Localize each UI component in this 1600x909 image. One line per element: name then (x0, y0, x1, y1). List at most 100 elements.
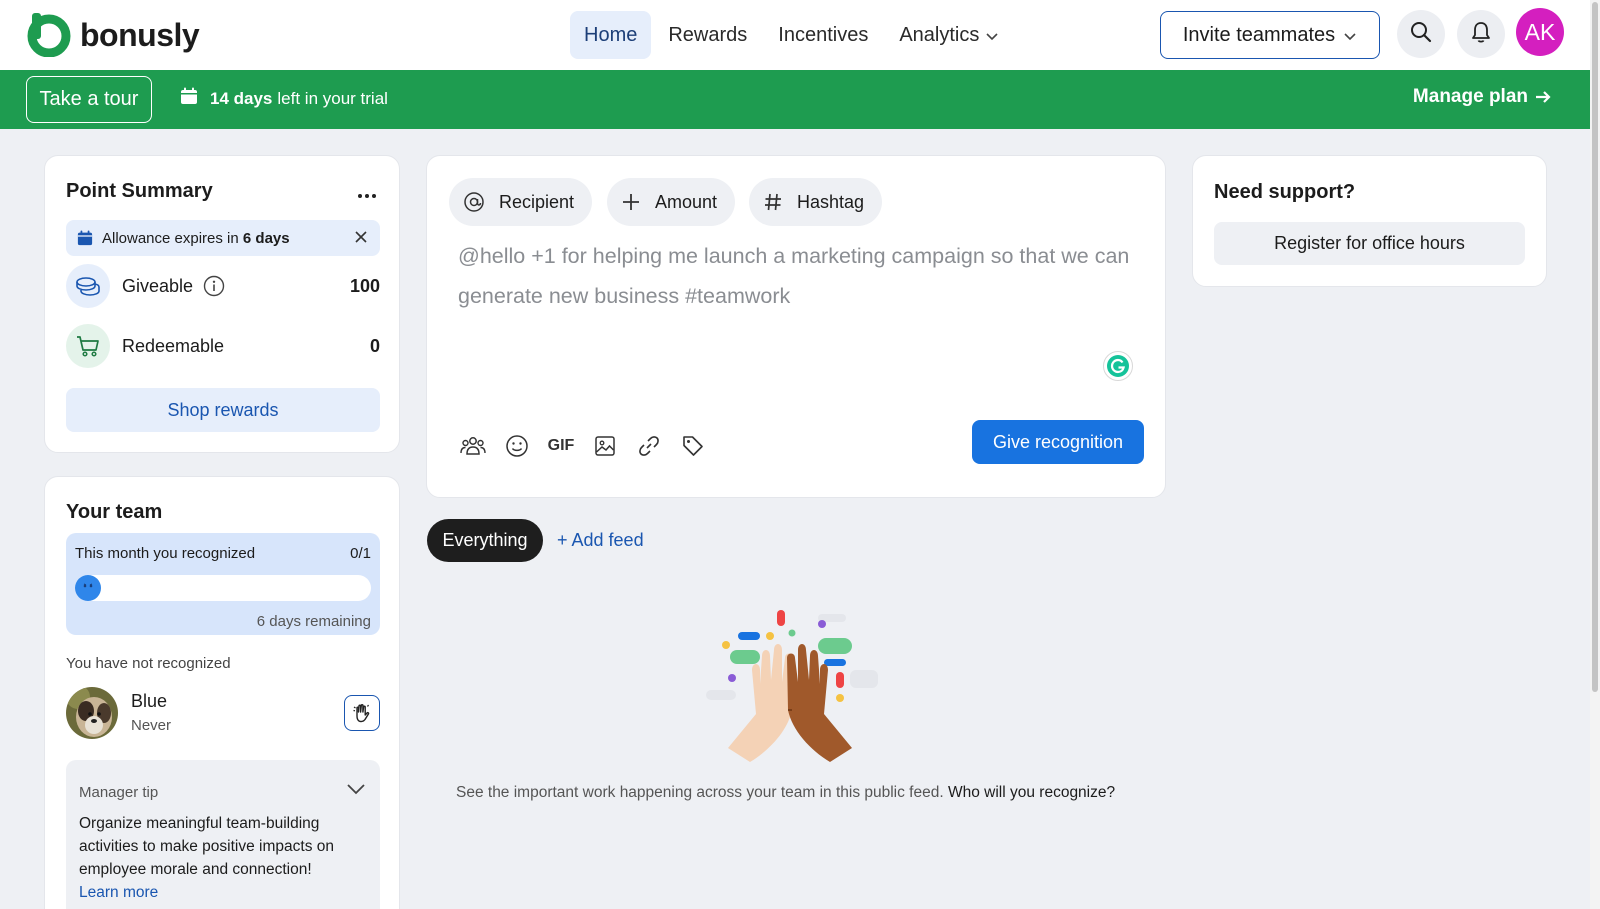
manage-plan-link[interactable]: Manage plan (1413, 86, 1552, 108)
redeemable-label: Redeemable (122, 335, 225, 356)
hash-icon (763, 192, 783, 212)
gif-icon[interactable]: GIF (547, 432, 575, 460)
nav-rewards-label: Rewards (668, 23, 748, 46)
at-icon (463, 191, 485, 213)
scrollbar-thumb[interactable] (1592, 2, 1598, 692)
giveable-row: Giveable 100 (66, 264, 380, 308)
manage-plan-label: Manage plan (1412, 86, 1528, 107)
feed-tab-everything[interactable]: Everything (427, 519, 543, 562)
progress-label: This month you recognized (75, 545, 256, 562)
top-navbar: bonusly Home Rewards Incentives Analytic… (0, 0, 1590, 70)
allowance-prefix: Allowance expires in (102, 229, 239, 247)
support-title: Need support? (1214, 181, 1356, 203)
member-name: Blue (131, 691, 168, 711)
nav-incentives[interactable]: Incentives (764, 11, 882, 59)
hashtag-chip[interactable]: Hashtag (749, 178, 883, 226)
point-summary-title: Point Summary (66, 180, 213, 202)
progress-track (75, 575, 371, 601)
image-icon[interactable] (591, 432, 619, 460)
search-icon (1410, 21, 1432, 48)
emoji-icon[interactable] (503, 432, 531, 460)
recipient-chip-label: Recipient (499, 191, 575, 212)
allowance-days: 6 days (242, 229, 290, 247)
not-recognized-label: You have not recognized (66, 655, 231, 672)
more-options-icon[interactable] (357, 186, 377, 204)
progress-indicator (75, 575, 101, 601)
search-button[interactable] (1397, 10, 1445, 58)
amount-chip-label: Amount (655, 191, 718, 212)
support-card: Need support? Register for office hours (1192, 155, 1547, 287)
nav-home[interactable]: Home (570, 11, 652, 59)
page-scrollbar[interactable] (1590, 0, 1600, 909)
nav-analytics-label: Analytics (899, 23, 980, 46)
group-icon[interactable] (459, 432, 487, 460)
close-icon[interactable] (354, 230, 368, 248)
take-tour-button[interactable]: Take a tour (26, 76, 152, 123)
learn-more-link[interactable]: Learn more (79, 884, 158, 902)
high-five-illustration (700, 610, 890, 775)
giveable-label: Giveable (122, 275, 225, 297)
redeemable-value: 0 (369, 335, 380, 356)
nav-incentives-label: Incentives (778, 23, 869, 46)
empty-feed-cta: Who will you recognize? (947, 784, 1116, 801)
main-nav: Home Rewards Incentives Analytics (570, 11, 1016, 59)
info-icon[interactable] (203, 275, 225, 297)
allowance-notice: Allowance expires in 6 days (66, 220, 380, 256)
notifications-button[interactable] (1457, 10, 1505, 58)
chevron-down-icon (985, 24, 999, 47)
manager-tip-body: Organize meaningful team-building activi… (79, 815, 334, 878)
giveable-value: 100 (349, 275, 380, 296)
tag-icon[interactable] (679, 432, 707, 460)
calendar-icon (180, 87, 198, 110)
hashtag-chip-label: Hashtag (797, 191, 865, 212)
chevron-down-icon[interactable] (346, 782, 366, 800)
bonusly-logo-icon (26, 13, 72, 58)
recognition-message-input[interactable]: @hello +1 for helping me launch a market… (458, 236, 1138, 316)
invite-teammates-button[interactable]: Invite teammates (1160, 11, 1380, 59)
composer-toolbar: GIF (459, 432, 723, 460)
allowance-text: Allowance expires in 6 days (102, 230, 290, 247)
trial-status: 14 days left in your trial (180, 87, 388, 110)
progress-count: 0/1 (350, 545, 371, 562)
arrow-right-icon (1534, 89, 1552, 105)
chevron-down-icon (1343, 24, 1357, 47)
recognition-progress: This month you recognized 0/1 6 days rem… (66, 533, 380, 635)
trial-days: 14 days (210, 88, 273, 108)
link-icon[interactable] (635, 432, 663, 460)
avatar[interactable] (66, 687, 118, 739)
recognition-composer: Recipient Amount Hashtag @hello +1 for h… (426, 155, 1166, 498)
shop-rewards-button[interactable]: Shop rewards (66, 388, 380, 432)
redeemable-row: Redeemable 0 (66, 324, 380, 368)
grammarly-icon[interactable] (1103, 351, 1133, 381)
empty-feed-message: See the important work happening across … (456, 784, 1115, 802)
manager-tip: Manager tip Organize meaningful team-bui… (66, 760, 380, 909)
nav-rewards[interactable]: Rewards (654, 11, 761, 59)
invite-teammates-label: Invite teammates (1182, 23, 1336, 46)
cart-icon (66, 324, 110, 368)
bell-icon (1470, 20, 1492, 49)
days-remaining: 6 days remaining (256, 613, 371, 630)
trial-suffix: left in your trial (277, 88, 388, 108)
member-last-recognized: Never (131, 717, 172, 734)
plus-icon (621, 192, 641, 212)
nav-home-label: Home (584, 23, 638, 46)
add-feed-button[interactable]: + Add feed (557, 530, 644, 551)
register-office-hours-button[interactable]: Register for office hours (1214, 222, 1525, 265)
amount-chip[interactable]: Amount (607, 178, 736, 226)
recipient-chip[interactable]: Recipient (449, 178, 593, 226)
giveable-label-text: Giveable (122, 275, 194, 296)
calendar-icon (77, 230, 93, 246)
your-team-title: Your team (66, 501, 163, 523)
coins-icon (66, 264, 110, 308)
nav-analytics[interactable]: Analytics (885, 11, 1013, 59)
give-recognition-button[interactable]: Give recognition (972, 420, 1144, 464)
manager-tip-label: Manager tip (79, 784, 159, 801)
brand-name: bonusly (80, 16, 200, 53)
waving-hand-icon (351, 702, 373, 724)
recognize-member-button[interactable] (344, 695, 380, 731)
team-member: Blue Never (66, 687, 380, 739)
your-team-card: Your team This month you recognized 0/1 … (44, 476, 400, 909)
user-avatar[interactable]: AK (1516, 8, 1564, 56)
bonusly-logo[interactable]: bonusly (26, 13, 200, 58)
trial-banner: Take a tour 14 days left in your trial M… (0, 70, 1590, 129)
